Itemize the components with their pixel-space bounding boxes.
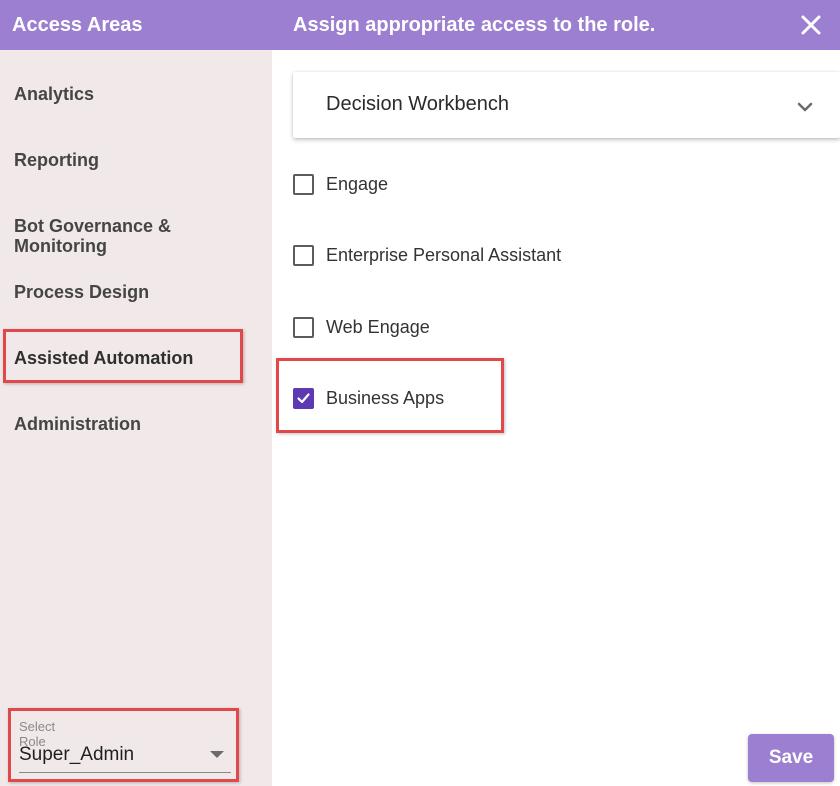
panel-title: Assign appropriate access to the role. [293, 14, 656, 36]
chevron-down-icon[interactable] [795, 100, 815, 114]
sidebar-title: Access Areas [0, 0, 272, 50]
sidebar-item-assisted-automation[interactable]: Assisted Automation [14, 348, 234, 368]
checkbox[interactable] [293, 173, 314, 195]
checkbox[interactable] [293, 244, 314, 266]
option-engage[interactable]: Engage [293, 172, 388, 196]
decision-workbench-dropdown[interactable]: Decision Workbench [293, 72, 840, 138]
option-label: Engage [326, 173, 389, 194]
dropdown-label: Decision Workbench [326, 93, 510, 115]
option-enterprise-personal-assistant[interactable]: Enterprise Personal Assistant [293, 243, 561, 267]
checkbox[interactable] [293, 316, 314, 338]
sidebar-item-bot-governance[interactable]: Bot Governance & Monitoring [14, 216, 214, 256]
option-web-engage[interactable]: Web Engage [293, 315, 430, 339]
save-button[interactable]: Save [748, 734, 834, 782]
role-select-value[interactable]: Super_Admin [19, 744, 134, 766]
option-label: Business Apps [326, 387, 445, 408]
option-business-apps[interactable]: Business Apps [293, 386, 444, 410]
sidebar-item-process-design[interactable]: Process Design [14, 282, 234, 302]
option-label: Enterprise Personal Assistant [326, 244, 562, 265]
sidebar-item-reporting[interactable]: Reporting [14, 150, 234, 170]
access-areas-sidebar: Access Areas Analytics Reporting Bot Gov… [0, 0, 272, 786]
option-label: Web Engage [326, 316, 430, 337]
sidebar-item-administration[interactable]: Administration [14, 414, 234, 434]
panel-header: Assign appropriate access to the role. [272, 0, 840, 50]
checkmark-icon [297, 392, 310, 403]
close-icon[interactable] [798, 12, 824, 38]
checkbox-checked[interactable] [293, 387, 314, 409]
sidebar-item-analytics[interactable]: Analytics [14, 84, 234, 104]
caret-down-icon[interactable] [210, 751, 224, 758]
role-select-underline [19, 772, 231, 773]
